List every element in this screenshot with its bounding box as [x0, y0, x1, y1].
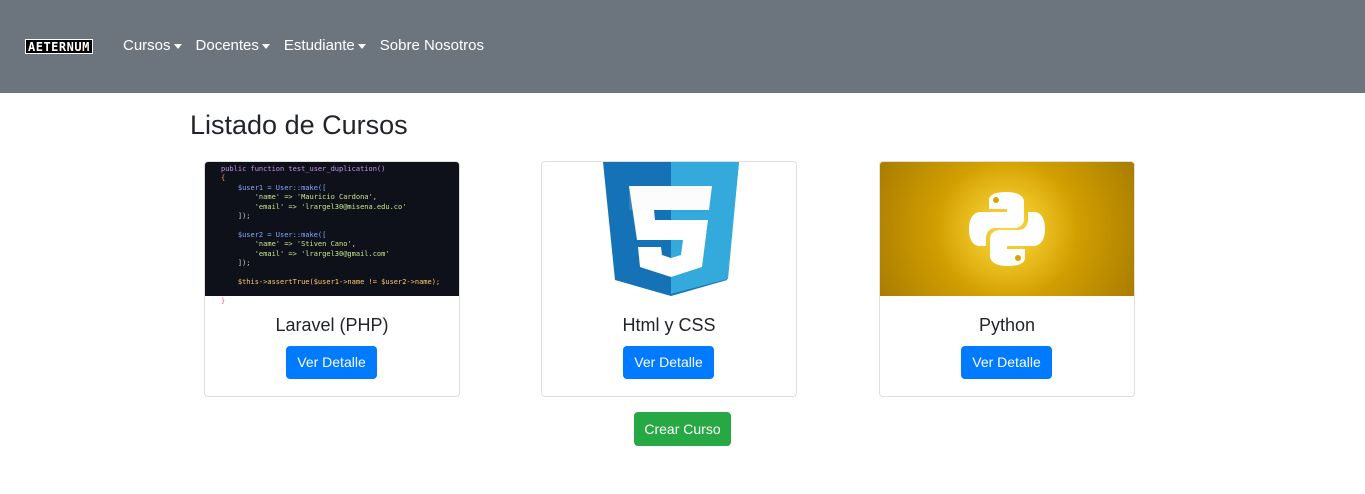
- caret-down-icon: [357, 43, 366, 49]
- crear-curso-button[interactable]: Crear Curso: [634, 412, 731, 446]
- python-logo-image: [880, 162, 1134, 299]
- brand-logo[interactable]: AETERNUM: [25, 39, 93, 54]
- nav-item-label: Sobre Nosotros: [379, 37, 484, 54]
- page-title: Listado de Cursos: [190, 110, 408, 140]
- course-card-html-css: Html y CSS Ver Detalle: [541, 161, 797, 397]
- nav-item-label: Cursos: [123, 37, 171, 54]
- course-card-laravel: public function test_user_duplication() …: [204, 161, 460, 397]
- ver-detalle-button[interactable]: Ver Detalle: [286, 346, 377, 379]
- css3-logo-icon: [542, 162, 796, 296]
- nav-item-sobre-nosotros[interactable]: Sobre Nosotros: [380, 37, 484, 55]
- card-title: Html y CSS: [622, 315, 716, 335]
- python-logo-icon: [937, 162, 1077, 299]
- nav-item-cursos[interactable]: Cursos: [123, 37, 182, 55]
- nav-item-label: Docentes: [195, 37, 259, 54]
- card-title: Python: [978, 315, 1036, 335]
- nav-item-estudiante[interactable]: Estudiante: [284, 37, 366, 55]
- nav-item-docentes[interactable]: Docentes: [196, 37, 270, 55]
- php-code-image: public function test_user_duplication() …: [205, 162, 459, 305]
- navbar: AETERNUM Cursos Docentes Estudiante Sobr…: [0, 0, 1365, 93]
- ver-detalle-button[interactable]: Ver Detalle: [623, 346, 714, 379]
- nav-item-label: Estudiante: [283, 37, 355, 54]
- css3-logo-image: [542, 162, 796, 296]
- nav-menu: Cursos Docentes Estudiante Sobre Nosotro…: [123, 37, 498, 55]
- ver-detalle-button[interactable]: Ver Detalle: [961, 346, 1052, 379]
- course-card-python: Python Ver Detalle: [879, 161, 1135, 397]
- card-title: Laravel (PHP): [275, 315, 389, 335]
- caret-down-icon: [261, 43, 270, 49]
- caret-down-icon: [173, 43, 182, 49]
